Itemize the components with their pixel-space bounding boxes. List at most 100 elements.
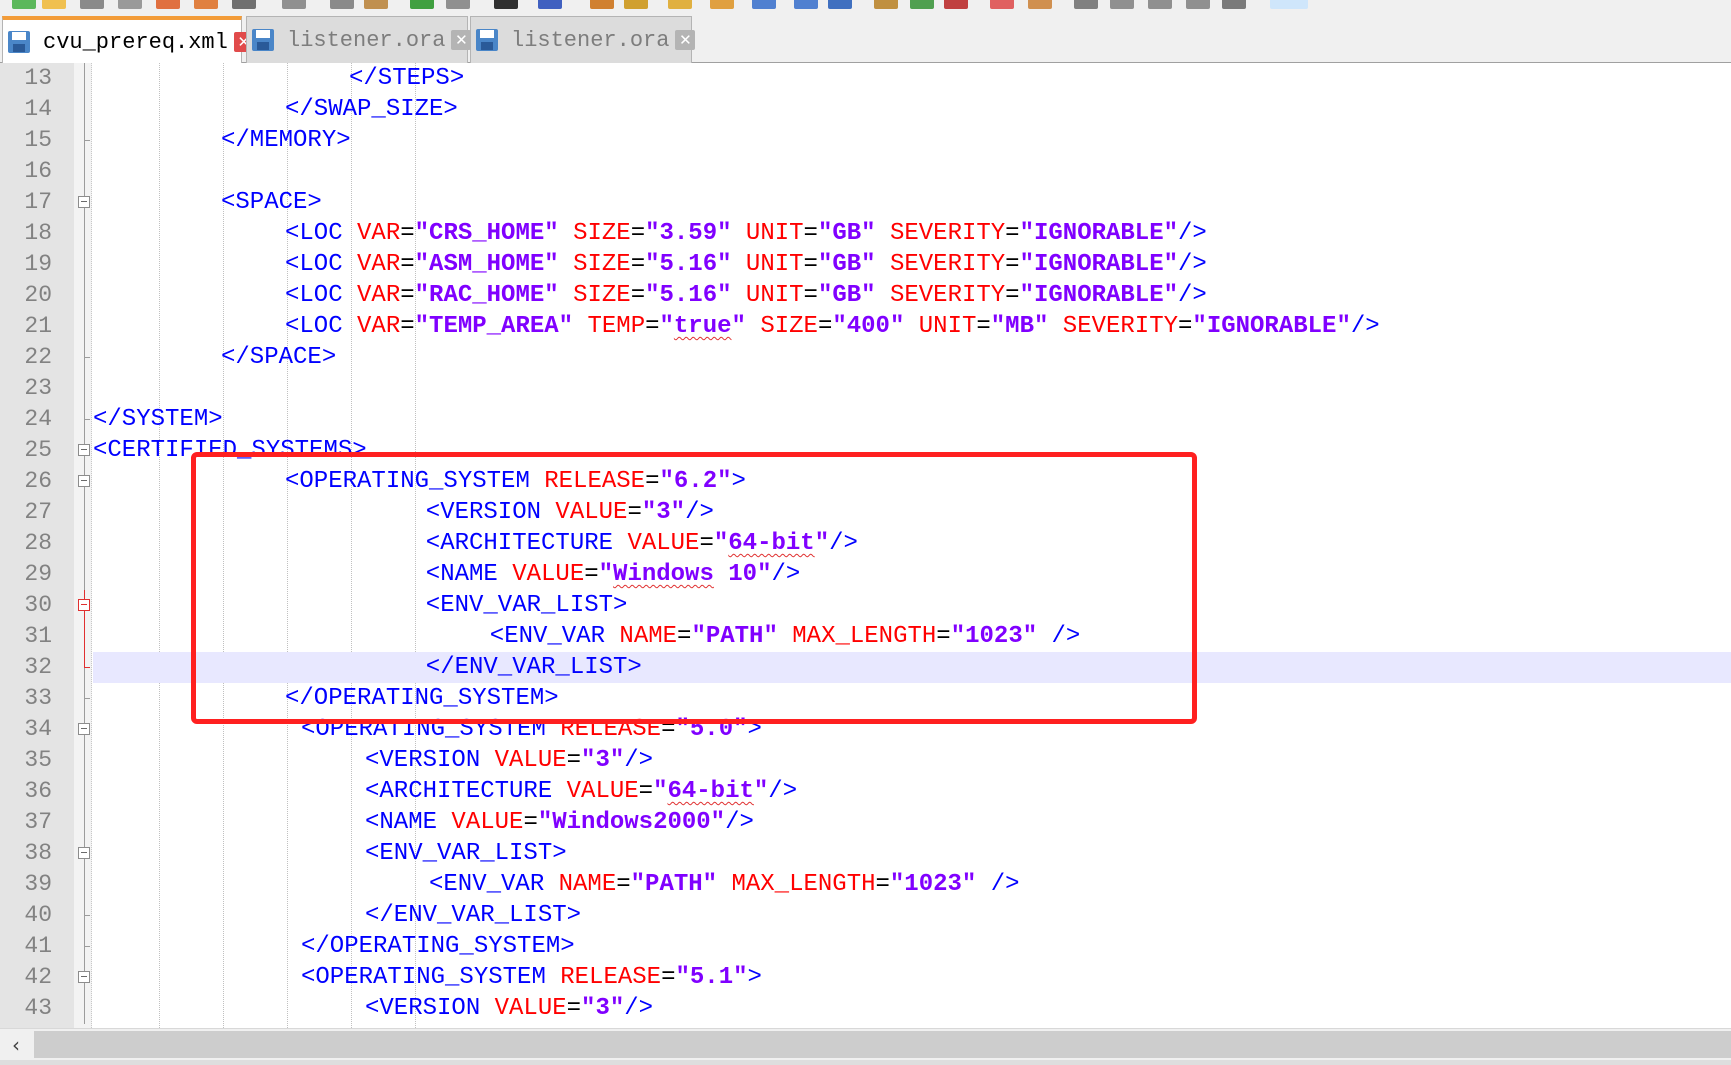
code-content[interactable]: <ENV_VAR_LIST> <box>93 590 1731 621</box>
code-line[interactable]: 30 <ENV_VAR_LIST> <box>0 590 1731 621</box>
code-line[interactable]: 25 <CERTIFIED_SYSTEMS> <box>0 435 1731 466</box>
code-line[interactable]: 21 <LOC VAR="TEMP_AREA" TEMP="true" SIZE=… <box>0 311 1731 342</box>
code-line[interactable]: 35 <VERSION VALUE="3"/> <box>0 745 1731 776</box>
doc-map-icon[interactable] <box>910 0 934 9</box>
close-icon[interactable] <box>156 0 180 9</box>
code-editor[interactable]: 13 </STEPS> 14 </SWAP_SIZE> 15 </MEMORY> 16 17 <… <box>0 63 1731 1028</box>
code-line[interactable]: 27 <VERSION VALUE="3"/> <box>0 497 1731 528</box>
code-line[interactable]: 19 <LOC VAR="ASM_HOME" SIZE="5.16" UNIT="… <box>0 249 1731 280</box>
run-icon[interactable] <box>1186 0 1210 9</box>
code-line[interactable]: 15 </MEMORY> <box>0 125 1731 156</box>
code-content[interactable]: <ENV_VAR NAME="PATH" MAX_LENGTH="1023" /… <box>93 869 1731 900</box>
code-content[interactable]: <OPERATING_SYSTEM RELEASE="6.2"> <box>93 466 1731 497</box>
save-all-icon[interactable] <box>118 0 142 9</box>
code-content[interactable]: <SPACE> <box>93 187 1731 218</box>
code-content[interactable]: <VERSION VALUE="3"/> <box>93 745 1731 776</box>
code-content[interactable]: <VERSION VALUE="3"/> <box>93 497 1731 528</box>
fold-minus-box[interactable] <box>78 196 90 208</box>
print-icon[interactable] <box>232 0 256 9</box>
save-macro-icon[interactable] <box>1148 0 1172 9</box>
save-icon[interactable] <box>80 0 104 9</box>
close-all-icon[interactable] <box>194 0 218 9</box>
code-content[interactable]: <VERSION VALUE="3"/> <box>93 993 1731 1024</box>
code-content[interactable]: <ARCHITECTURE VALUE="64-bit"/> <box>93 528 1731 559</box>
fold-toggle-icon[interactable] <box>77 590 91 621</box>
code-content[interactable]: </SWAP_SIZE> <box>93 94 1731 125</box>
code-line[interactable]: 36 <ARCHITECTURE VALUE="64-bit"/> <box>0 776 1731 807</box>
code-line[interactable]: 20 <LOC VAR="RAC_HOME" SIZE="5.16" UNIT="… <box>0 280 1731 311</box>
code-content[interactable]: </STEPS> <box>93 63 1731 94</box>
replace-icon[interactable] <box>538 0 562 9</box>
code-line[interactable]: 38 <ENV_VAR_LIST> <box>0 838 1731 869</box>
fold-minus-box[interactable] <box>78 847 90 859</box>
fold-toggle-icon[interactable] <box>77 962 91 993</box>
code-content[interactable]: <ENV_VAR NAME="PATH" MAX_LENGTH="1023" /… <box>93 621 1731 652</box>
fold-minus-box[interactable] <box>78 971 90 983</box>
code-line[interactable]: 14 </SWAP_SIZE> <box>0 94 1731 125</box>
extra-icon[interactable] <box>1270 0 1308 9</box>
find-icon[interactable] <box>494 0 518 9</box>
copy-icon[interactable] <box>330 0 354 9</box>
code-content[interactable]: </ENV_VAR_LIST> <box>93 652 1731 683</box>
code-line[interactable]: 24 </SYSTEM> <box>0 404 1731 435</box>
horizontal-scrollbar[interactable]: ‹ <box>0 1028 1731 1060</box>
code-line[interactable]: 23 <box>0 373 1731 404</box>
redo-icon[interactable] <box>446 0 470 9</box>
zoom-out-icon[interactable] <box>624 0 648 9</box>
play-multiple-icon[interactable] <box>1110 0 1134 9</box>
tab-listener-ora-2[interactable]: listener.ora ✕ <box>470 16 696 63</box>
close-tab-icon[interactable]: ✕ <box>675 30 696 50</box>
code-content[interactable]: </SPACE> <box>93 342 1731 373</box>
scroll-left-icon[interactable]: ‹ <box>0 1029 32 1060</box>
wrap-icon[interactable] <box>752 0 776 9</box>
code-line[interactable]: 37 <NAME VALUE="Windows2000"/> <box>0 807 1731 838</box>
code-content[interactable]: <LOC VAR="TEMP_AREA" TEMP="true" SIZE="4… <box>93 311 1731 342</box>
code-content[interactable]: <NAME VALUE="Windows2000"/> <box>93 807 1731 838</box>
scroll-thumb[interactable] <box>34 1031 1731 1058</box>
udl-icon[interactable] <box>874 0 898 9</box>
code-line[interactable]: 40 </ENV_VAR_LIST> <box>0 900 1731 931</box>
code-content[interactable]: <ENV_VAR_LIST> <box>93 838 1731 869</box>
tab-cvu-prereq[interactable]: cvu_prereq.xml ✕ <box>2 16 254 64</box>
new-file-icon[interactable] <box>12 0 36 9</box>
code-line[interactable]: 16 <box>0 156 1731 187</box>
record-macro-icon[interactable] <box>990 0 1014 9</box>
function-list-icon[interactable] <box>944 0 968 9</box>
code-line[interactable]: 33 </OPERATING_SYSTEM> <box>0 683 1731 714</box>
code-content[interactable]: </SYSTEM> <box>93 404 1731 435</box>
fold-toggle-icon[interactable] <box>77 435 91 466</box>
sync-horizontal-icon[interactable] <box>710 0 734 9</box>
fold-minus-box[interactable] <box>78 723 90 735</box>
code-content[interactable]: </OPERATING_SYSTEM> <box>93 683 1731 714</box>
close-tab-icon[interactable]: ✕ <box>451 30 472 50</box>
code-line[interactable]: 28 <ARCHITECTURE VALUE="64-bit"/> <box>0 528 1731 559</box>
code-line[interactable]: 26 <OPERATING_SYSTEM RELEASE="6.2"> <box>0 466 1731 497</box>
code-content[interactable]: <CERTIFIED_SYSTEMS> <box>93 435 1731 466</box>
open-folder-icon[interactable] <box>42 0 66 9</box>
fold-minus-box[interactable] <box>78 444 90 456</box>
code-content[interactable] <box>93 156 1731 187</box>
cut-icon[interactable] <box>282 0 306 9</box>
code-line[interactable]: 34 <OPERATING_SYSTEM RELEASE="5.0"> <box>0 714 1731 745</box>
sync-vertical-icon[interactable] <box>668 0 692 9</box>
code-line[interactable]: 39 <ENV_VAR NAME="PATH" MAX_LENGTH="1023"… <box>0 869 1731 900</box>
code-content[interactable]: <LOC VAR="ASM_HOME" SIZE="5.16" UNIT="GB… <box>93 249 1731 280</box>
code-content[interactable]: <LOC VAR="RAC_HOME" SIZE="5.16" UNIT="GB… <box>93 280 1731 311</box>
fold-minus-box[interactable] <box>78 475 90 487</box>
code-line[interactable]: 41 </OPERATING_SYSTEM> <box>0 931 1731 962</box>
code-content[interactable] <box>93 373 1731 404</box>
code-content[interactable]: <OPERATING_SYSTEM RELEASE="5.0"> <box>93 714 1731 745</box>
paste-icon[interactable] <box>364 0 388 9</box>
code-content[interactable]: <LOC VAR="CRS_HOME" SIZE="3.59" UNIT="GB… <box>93 218 1731 249</box>
fold-toggle-icon[interactable] <box>77 714 91 745</box>
code-content[interactable]: <NAME VALUE="Windows 10"/> <box>93 559 1731 590</box>
code-line[interactable]: 43 <VERSION VALUE="3"/> <box>0 993 1731 1024</box>
plugin-icon[interactable] <box>1222 0 1246 9</box>
code-line[interactable]: 17 <SPACE> <box>0 187 1731 218</box>
indent-guide-icon[interactable] <box>828 0 852 9</box>
code-line[interactable]: 22 </SPACE> <box>0 342 1731 373</box>
code-line[interactable]: 42 <OPERATING_SYSTEM RELEASE="5.1"> <box>0 962 1731 993</box>
tab-listener-ora-1[interactable]: listener.ora ✕ <box>246 16 472 63</box>
code-line[interactable]: 18 <LOC VAR="CRS_HOME" SIZE="3.59" UNIT="… <box>0 218 1731 249</box>
code-line[interactable]: 13 </STEPS> <box>0 63 1731 94</box>
